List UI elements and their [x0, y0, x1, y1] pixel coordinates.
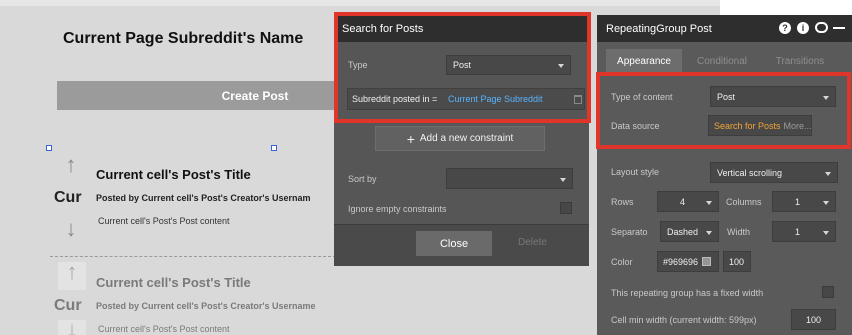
- downvote-arrow-icon[interactable]: ↓: [64, 218, 78, 240]
- post-content-text: Current cell's Post's Post content: [98, 324, 230, 334]
- chevron-down-icon: [823, 200, 829, 205]
- selection-handle-left[interactable]: [46, 145, 52, 151]
- post-creator-text: Posted by Current cell's Post's Creator'…: [96, 301, 316, 311]
- highlight-box-search: [334, 12, 591, 123]
- upvote-arrow-icon: ↑: [58, 261, 86, 290]
- tab-conditional[interactable]: Conditional: [684, 49, 760, 73]
- upvote-arrow-icon[interactable]: ↑: [64, 154, 78, 176]
- columns-dropdown[interactable]: 1: [772, 191, 836, 212]
- color-opacity-field[interactable]: 100: [723, 251, 751, 272]
- minimize-icon[interactable]: [833, 27, 845, 29]
- close-button[interactable]: Close: [416, 231, 492, 256]
- fixed-width-label: This repeating group has a fixed width: [611, 288, 764, 298]
- width-dropdown[interactable]: 1: [772, 221, 836, 242]
- sort-by-dropdown[interactable]: [446, 168, 573, 189]
- cell-min-width-label: Cell min width (current width: 599px): [611, 315, 757, 325]
- separator-value: Dashed: [667, 226, 699, 237]
- add-constraint-button[interactable]: + Add a new constraint: [375, 126, 545, 151]
- cell-cur-label: Cur: [54, 297, 82, 314]
- add-constraint-label: Add a new constraint: [419, 133, 514, 144]
- cell-min-width-value: 100: [805, 314, 822, 325]
- post-title-text: Current cell's Post's Title: [96, 275, 251, 290]
- chevron-down-icon: [706, 200, 712, 205]
- width-label: Width: [727, 227, 751, 237]
- post-title-text[interactable]: Current cell's Post's Title: [96, 167, 251, 182]
- delete-button[interactable]: Delete: [518, 237, 547, 248]
- columns-label: Columns: [726, 197, 762, 207]
- layout-style-value: Vertical scrolling: [717, 167, 783, 178]
- chevron-down-icon: [706, 230, 712, 235]
- tab-transitions[interactable]: Transitions: [762, 49, 838, 73]
- comment-icon[interactable]: [815, 22, 828, 33]
- chevron-down-icon: [823, 230, 829, 235]
- ignore-empty-checkbox[interactable]: [560, 202, 572, 214]
- color-swatch[interactable]: [702, 257, 712, 266]
- info-icon[interactable]: i: [797, 22, 809, 34]
- cell-min-width-field[interactable]: 100: [791, 309, 836, 330]
- highlight-box-repeating-group: [596, 72, 851, 149]
- cell-separator: [50, 256, 336, 257]
- sort-by-label: Sort by: [348, 174, 377, 184]
- post-content-text[interactable]: Current cell's Post's Post content: [98, 216, 230, 226]
- plus-icon: +: [406, 130, 415, 147]
- color-opacity-value: 100: [729, 256, 745, 267]
- color-field[interactable]: #969696: [657, 251, 719, 272]
- post-creator-text[interactable]: Posted by Current cell's Post's Creator'…: [96, 193, 311, 203]
- selection-handle-right[interactable]: [271, 145, 277, 151]
- chevron-down-icon: [560, 177, 566, 182]
- chevron-down-icon: [825, 171, 831, 176]
- rows-dropdown[interactable]: 4: [657, 191, 719, 212]
- separator-dropdown[interactable]: Dashed: [660, 221, 719, 242]
- layout-style-label: Layout style: [611, 167, 660, 177]
- ignore-empty-label: Ignore empty constraints: [348, 204, 447, 214]
- fixed-width-checkbox[interactable]: [822, 286, 834, 298]
- rg-popup-title[interactable]: RepeatingGroup Post: [597, 15, 852, 42]
- downvote-arrow-icon: ↓: [58, 319, 86, 335]
- width-value: 1: [795, 226, 801, 237]
- help-icon[interactable]: ?: [779, 22, 791, 34]
- rows-value: 4: [680, 196, 686, 207]
- color-label: Color: [611, 257, 633, 267]
- page-title[interactable]: Current Page Subreddit's Name: [63, 30, 303, 48]
- color-value: #969696: [663, 256, 699, 267]
- tab-appearance[interactable]: Appearance: [606, 49, 682, 73]
- separator-label: Separato: [611, 227, 648, 237]
- rows-label: Rows: [611, 197, 634, 207]
- cell-cur-label: Cur: [54, 189, 82, 206]
- layout-style-dropdown[interactable]: Vertical scrolling: [710, 162, 838, 183]
- columns-value: 1: [795, 196, 801, 207]
